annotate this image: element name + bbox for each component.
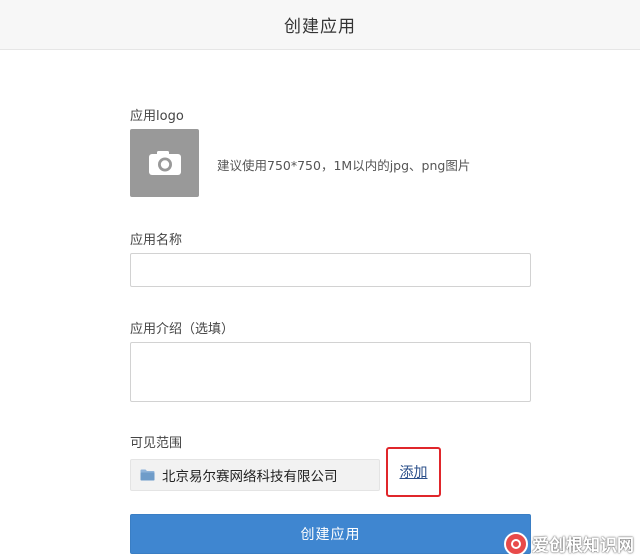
app-intro-input[interactable] xyxy=(130,342,531,402)
intro-label: 应用介绍（选填） xyxy=(130,322,235,337)
page-header: 创建应用 xyxy=(0,0,640,50)
name-label: 应用名称 xyxy=(130,233,183,248)
watermark-logo-icon xyxy=(504,531,528,556)
scope-label: 可见范围 xyxy=(130,436,183,451)
logo-upload-button[interactable] xyxy=(130,129,199,197)
page-title: 创建应用 xyxy=(284,17,356,37)
logo-label: 应用logo xyxy=(130,109,184,124)
watermark: 爱创根知识网 xyxy=(504,531,634,556)
logo-hint: 建议使用750*750，1M以内的jpg、png图片 xyxy=(217,158,471,173)
watermark-text: 爱创根知识网 xyxy=(532,536,634,556)
add-scope-link[interactable]: 添加 xyxy=(400,462,428,482)
folder-icon xyxy=(140,469,155,481)
add-highlight: 添加 xyxy=(386,447,441,497)
app-name-input[interactable] xyxy=(130,253,531,287)
camera-icon xyxy=(148,151,181,175)
scope-item-name: 北京易尔赛网络科技有限公司 xyxy=(162,469,338,485)
create-app-button[interactable]: 创建应用 xyxy=(130,514,531,554)
scope-item: 北京易尔赛网络科技有限公司 xyxy=(130,459,380,491)
